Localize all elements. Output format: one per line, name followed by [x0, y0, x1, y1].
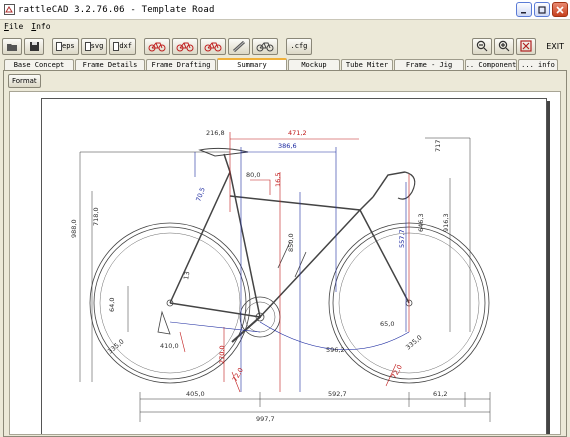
- dim-216-8: 216,8: [206, 129, 225, 137]
- dim-386-6: 386,6: [278, 142, 297, 150]
- bike-geometry: [89, 147, 490, 384]
- menu-file-label: ile: [8, 22, 24, 31]
- tab-frame-drafting[interactable]: Frame Drafting: [146, 59, 216, 70]
- dim-717: 717: [434, 140, 442, 152]
- zoom-in-icon: [499, 40, 510, 52]
- bike-drawing: 216,8 471,2 386,6 80,0 16,5 70,5 988,0 7…: [70, 129, 491, 423]
- bike-red-button-2[interactable]: [171, 37, 198, 55]
- zoom-fit-icon: [520, 40, 532, 52]
- open-button[interactable]: [2, 37, 22, 55]
- dim-61-2: 61,2: [433, 390, 447, 398]
- dim-13: 13: [182, 271, 191, 281]
- dim-592-7: 592,7: [328, 390, 347, 398]
- zoom-out-icon: [477, 40, 488, 52]
- dim-718-0: 718,0: [92, 207, 100, 226]
- close-button[interactable]: [552, 2, 568, 17]
- dimension-lines-blue: [169, 147, 410, 392]
- close-icon: [556, 5, 564, 14]
- dim-596-2: 596,2: [326, 346, 345, 354]
- bicycle-red-icon: [204, 42, 222, 51]
- tube-icon: [232, 40, 245, 52]
- cfg-button[interactable]: .cfg: [285, 37, 312, 55]
- save-disk-icon: [29, 41, 39, 51]
- toolbar: eps svg dxf .cfg EXIT: [0, 34, 570, 58]
- dim-405-0: 405,0: [186, 390, 205, 398]
- tube-button[interactable]: [227, 37, 250, 55]
- bike-red-button-1[interactable]: [143, 37, 170, 55]
- dimension-lines-red: [179, 132, 410, 393]
- tab-info[interactable]: ... info: [518, 59, 558, 70]
- dim-70-5: 70,5: [194, 186, 206, 202]
- dim-335-0: 335,0: [106, 337, 125, 355]
- window-title: rattleCAD 3.2.76.06 - Template Road: [18, 4, 215, 15]
- tab-content: Format 216,8 471,2 386,6 80,0 16,5 70,5 …: [3, 70, 567, 437]
- open-folder-icon: [7, 43, 17, 51]
- bike-gray-button[interactable]: [251, 37, 278, 55]
- dim-471-2: 471,2: [288, 129, 307, 137]
- dim-72-0: 72,0: [390, 363, 404, 380]
- tab-frame-details[interactable]: Frame Details: [75, 59, 145, 70]
- dim-850-0: 850,0: [287, 233, 295, 252]
- dimension-lines-dark: [79, 137, 491, 422]
- bicycle-gray-icon: [256, 42, 274, 51]
- dim-335-0-right: 335,0: [404, 333, 423, 351]
- export-dxf-label: dxf: [119, 42, 132, 50]
- maximize-icon: [538, 5, 546, 14]
- minimize-button[interactable]: [516, 2, 532, 17]
- dim-646-3: 646,3: [417, 213, 425, 232]
- dim-557-7: 557,7: [398, 229, 406, 248]
- dim-988-0: 988,0: [70, 219, 78, 238]
- menu-info-label: nfo: [36, 22, 51, 31]
- tab-frame-jig[interactable]: Frame - Jig: [394, 59, 464, 70]
- tab-base-concept[interactable]: Base Concept: [4, 59, 74, 70]
- bicycle-red-icon: [148, 42, 166, 51]
- dim-410-0: 410,0: [160, 342, 179, 350]
- zoom-fit-button[interactable]: [516, 37, 537, 55]
- dim-65-0: 65,0: [380, 320, 394, 328]
- dim-64-0: 64,0: [108, 298, 116, 312]
- export-svg-label: svg: [90, 42, 104, 50]
- export-eps-button[interactable]: eps: [52, 37, 79, 55]
- dim-72-0-left: 72,0: [231, 366, 245, 383]
- dim-270-0: 270,0: [218, 345, 226, 364]
- export-eps-label: eps: [62, 42, 75, 50]
- menu-bar: File Info: [0, 20, 570, 33]
- title-bar: rattleCAD 3.2.76.06 - Template Road: [0, 0, 570, 20]
- menu-info[interactable]: Info: [27, 22, 54, 31]
- dim-997-7: 997,7: [256, 415, 275, 423]
- drawing-canvas[interactable]: 216,8 471,2 386,6 80,0 16,5 70,5 988,0 7…: [9, 91, 561, 435]
- bike-red-button-3[interactable]: [199, 37, 226, 55]
- export-svg-button[interactable]: svg: [80, 37, 108, 55]
- menu-file[interactable]: File: [0, 22, 27, 31]
- format-button[interactable]: Format: [8, 74, 41, 88]
- dim-916-3: 916,3: [442, 213, 450, 232]
- dimension-labels: 216,8 471,2 386,6 80,0 16,5 70,5 988,0 7…: [70, 129, 450, 423]
- tab-tube-miter[interactable]: Tube Miter: [341, 59, 393, 70]
- export-dxf-button[interactable]: dxf: [109, 37, 136, 55]
- bicycle-red-icon: [176, 42, 194, 51]
- app-icon: [3, 4, 15, 16]
- dim-80-0: 80,0: [246, 171, 260, 179]
- tab-mockup[interactable]: Mockup: [288, 59, 340, 70]
- tab-summary[interactable]: Summary: [217, 58, 287, 70]
- tab-components[interactable]: ... Components: [465, 59, 517, 70]
- save-button[interactable]: [24, 37, 44, 55]
- dim-16-5: 16,5: [274, 173, 282, 187]
- exit-button[interactable]: EXIT: [546, 42, 564, 51]
- maximize-button[interactable]: [534, 2, 550, 17]
- minimize-icon: [521, 11, 526, 13]
- zoom-out-button[interactable]: [472, 37, 493, 55]
- zoom-in-button[interactable]: [494, 37, 515, 55]
- tab-bar: Base Concept Frame Details Frame Draftin…: [0, 58, 570, 70]
